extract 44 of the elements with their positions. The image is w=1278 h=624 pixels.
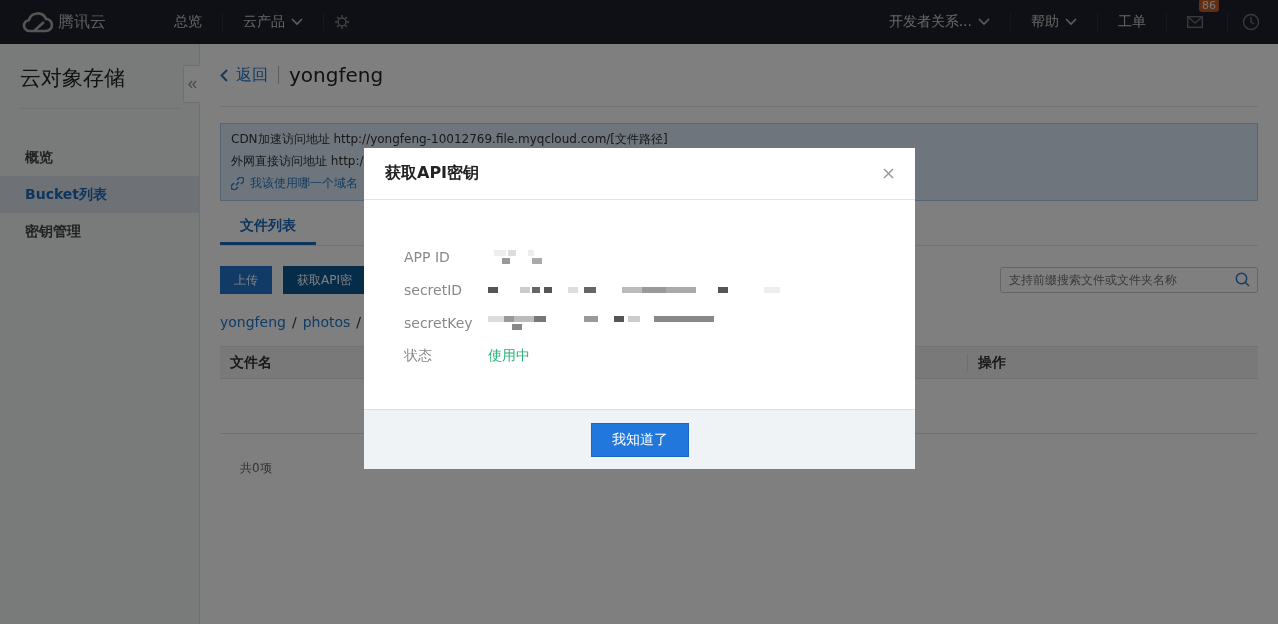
sidebar-item[interactable]: 密钥管理: [0, 213, 199, 250]
close-icon[interactable]: [883, 168, 894, 179]
brand-name[interactable]: 腾讯云: [58, 11, 106, 33]
field-label: 状态: [404, 346, 433, 365]
cloud-logo-icon: [22, 11, 54, 33]
action-button[interactable]: 获取API密: [283, 266, 366, 294]
column-header: 文件名: [230, 353, 272, 370]
domain-help-link[interactable]: 我该使用哪一个域名: [250, 172, 358, 194]
tab[interactable]: 文件列表: [220, 209, 316, 245]
nav-link[interactable]: 工单: [1098, 13, 1167, 31]
nav-link[interactable]: 云产品: [223, 13, 324, 31]
link-icon: [231, 176, 244, 190]
breadcrumb-separator: /: [356, 314, 362, 330]
notice-text: 外网直接访问地址 http:/: [231, 153, 365, 170]
mail-icon[interactable]: [1187, 16, 1203, 28]
nav-link[interactable]: 总览: [154, 13, 223, 31]
nav-link[interactable]: 帮助: [1011, 13, 1098, 31]
column-header: 操作: [978, 353, 1006, 370]
clock-icon[interactable]: [1242, 13, 1260, 31]
status-value: 使用中: [488, 346, 530, 365]
sidebar-item[interactable]: Bucket列表: [0, 176, 199, 213]
settings-icon[interactable]: [334, 14, 350, 30]
action-button[interactable]: 上传: [220, 266, 272, 294]
breadcrumb-link[interactable]: yongfeng: [220, 314, 286, 330]
confirm-button[interactable]: 我知道了: [590, 422, 689, 457]
field-label: APP ID: [404, 248, 451, 265]
field-label: secretKey: [404, 314, 474, 331]
dialog-title: 获取API密钥: [385, 163, 480, 184]
nav-link[interactable]: 开发者关系...: [868, 13, 1011, 31]
notification-badge: 86: [1199, 0, 1219, 12]
notice-text: CDN加速访问地址 http://yongfeng-10012769.file.myqcloud.com/[文件路径]: [231, 131, 669, 148]
search-icon[interactable]: [1235, 272, 1250, 287]
page-title: yongfeng: [289, 63, 384, 87]
double-chevron-left-icon: [187, 79, 197, 89]
sidebar-item[interactable]: 概览: [0, 139, 199, 176]
breadcrumb-link[interactable]: photos: [302, 314, 351, 330]
collapse-button[interactable]: [183, 65, 200, 103]
chevron-left-icon: [220, 68, 228, 82]
back-link[interactable]: 返回: [220, 64, 268, 86]
sidebar-title: 云对象存储: [20, 64, 180, 109]
search-field[interactable]: 支持前缀搜索文件或文件夹名称: [1000, 267, 1258, 293]
field-label: secretID: [404, 281, 464, 298]
breadcrumb-separator: /: [291, 314, 297, 330]
total-count: 共0项: [240, 460, 273, 477]
